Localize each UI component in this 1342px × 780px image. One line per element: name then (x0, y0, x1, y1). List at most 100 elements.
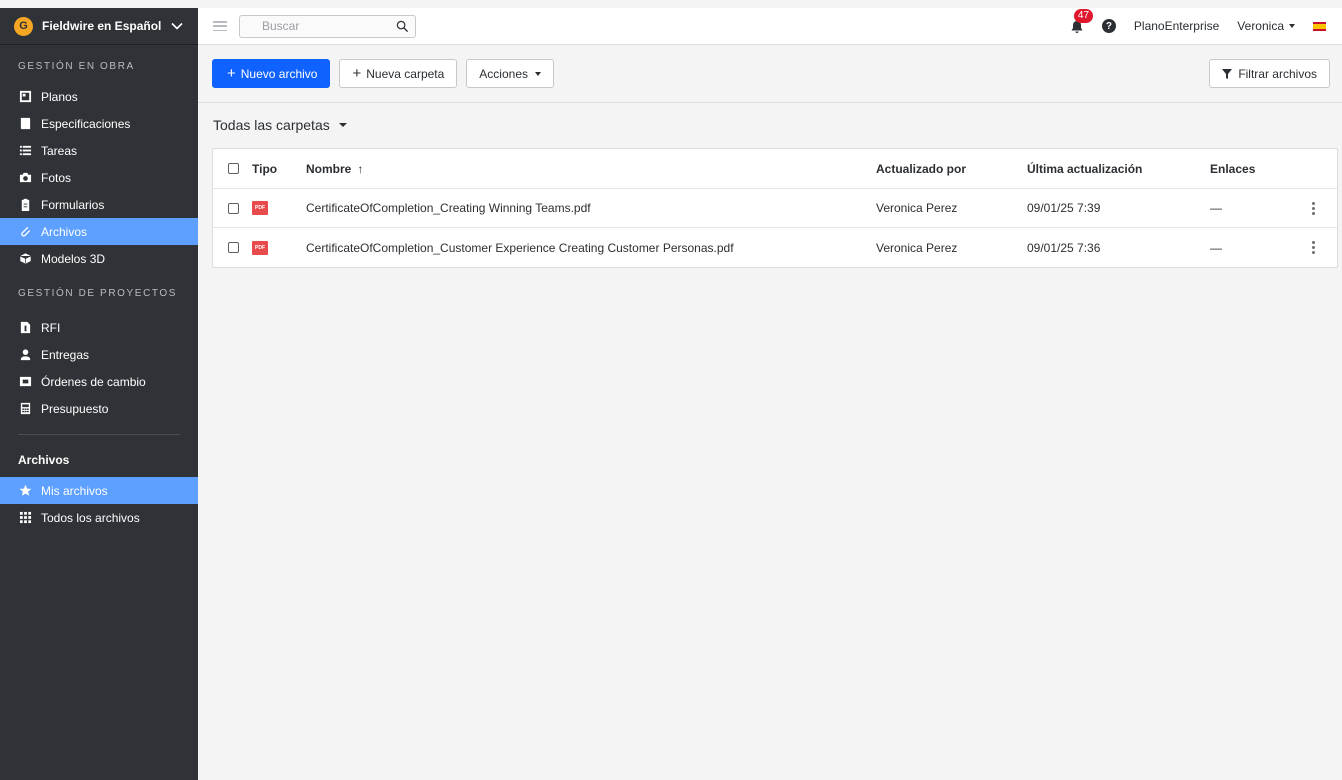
fieldwire-logo: G (14, 16, 33, 36)
sidebar-item-archivos[interactable]: Archivos (0, 218, 198, 245)
sidebar-item-tareas[interactable]: Tareas (0, 137, 198, 164)
cube-icon (18, 252, 32, 266)
info-doc-icon (18, 321, 32, 335)
header-last-update[interactable]: Última actualización (1027, 162, 1142, 176)
links: — (1210, 240, 1222, 255)
notifications-button[interactable]: 47 (1070, 9, 1094, 34)
plans-icon (18, 90, 32, 104)
change-order-icon (18, 375, 32, 389)
sidebar-item-ordenes-cambio[interactable]: Órdenes de cambio (0, 368, 198, 395)
tasks-icon (18, 144, 32, 158)
sidebar-item-todos-archivos[interactable]: Todos los archivos (0, 504, 198, 531)
project-name: Fieldwire en Español (42, 19, 162, 33)
project-switcher[interactable]: G Fieldwire en Español (0, 8, 198, 45)
new-file-button[interactable]: + Nuevo archivo (212, 59, 331, 88)
sidebar-item-label: Especificaciones (41, 116, 131, 131)
paperclip-icon (18, 225, 32, 239)
updated-by: Veronica Perez (876, 240, 958, 255)
search-input[interactable] (262, 19, 396, 33)
plan-label[interactable]: PlanoEnterprise (1134, 19, 1219, 33)
sidebar-item-label: Archivos (41, 224, 88, 239)
header-type[interactable]: Tipo (252, 162, 277, 176)
new-file-label: Nuevo archivo (240, 66, 318, 81)
chevron-down-icon (171, 22, 183, 30)
row-checkbox[interactable] (228, 202, 239, 214)
actions-label: Acciones (479, 66, 528, 81)
user-name: Veronica (1237, 19, 1284, 33)
calculator-icon (18, 402, 32, 416)
sidebar-item-planos[interactable]: Planos (0, 83, 198, 110)
sidebar-item-label: Todos los archivos (41, 510, 140, 525)
search-box[interactable] (239, 14, 416, 38)
sidebar-item-label: Tareas (41, 143, 78, 158)
plus-icon: + (227, 64, 236, 82)
help-icon[interactable]: ? (1101, 19, 1116, 33)
section-gestion-obra: GESTIÓN EN OBRA (18, 60, 135, 72)
caret-down-icon (535, 71, 541, 76)
spain-flag-icon[interactable] (1313, 21, 1326, 31)
sidebar-item-modelos-3d[interactable]: Modelos 3D (0, 245, 198, 272)
folder-selector[interactable]: Todas las carpetas (213, 117, 347, 133)
last-update: 09/01/25 7:39 (1027, 201, 1101, 215)
sidebar-item-label: Presupuesto (41, 401, 109, 416)
person-icon (18, 348, 32, 362)
sidebar-item-rfi[interactable]: RFI (0, 314, 198, 341)
sidebar-item-entregas[interactable]: Entregas (0, 341, 198, 368)
grid-icon (18, 511, 32, 525)
files-toolbar: + Nuevo archivo + Nueva carpeta Acciones… (198, 45, 1342, 103)
caret-down-icon (1289, 24, 1295, 28)
notification-badge: 47 (1073, 9, 1094, 23)
section-gestion-proyectos: GESTIÓN DE PROYECTOS (18, 287, 178, 299)
sidebar: G Fieldwire en Español GESTIÓN EN OBRA P… (0, 8, 198, 780)
file-name[interactable]: CertificateOfCompletion_Customer Experie… (306, 241, 734, 255)
user-menu[interactable]: Veronica (1237, 19, 1295, 33)
top-right-controls: 47 ? PlanoEnterprise Veronica (1070, 9, 1342, 34)
links: — (1210, 201, 1222, 215)
more-options-icon[interactable] (1311, 241, 1315, 254)
clipboard-icon (18, 198, 32, 212)
sort-ascending-icon: ↑ (357, 161, 364, 176)
new-folder-button[interactable]: + Nueva carpeta (339, 59, 458, 88)
star-icon (18, 484, 32, 498)
header-links[interactable]: Enlaces (1210, 162, 1255, 176)
new-folder-label: Nueva carpeta (366, 66, 445, 81)
folder-title: Todas las carpetas (213, 117, 330, 133)
sidebar-item-label: Fotos (41, 170, 72, 185)
sidebar-item-label: Mis archivos (41, 483, 108, 498)
sidebar-item-label: Modelos 3D (41, 251, 106, 266)
file-name[interactable]: CertificateOfCompletion_Creating Winning… (306, 201, 591, 215)
menu-icon[interactable] (213, 21, 227, 31)
sidebar-item-fotos[interactable]: Fotos (0, 164, 198, 191)
pdf-icon: PDF (252, 240, 268, 255)
header-updated-by[interactable]: Actualizado por (876, 162, 966, 176)
header-name[interactable]: Nombre ↑ (306, 162, 363, 176)
sidebar-item-formularios[interactable]: Formularios (0, 191, 198, 218)
filter-icon (1222, 68, 1233, 79)
caret-down-icon (338, 123, 347, 127)
files-heading: Archivos (18, 453, 70, 467)
filter-files-button[interactable]: Filtrar archivos (1209, 59, 1330, 88)
last-update: 09/01/25 7:36 (1027, 240, 1101, 255)
header-name-label: Nombre (306, 161, 352, 176)
table-header: Tipo Nombre ↑ Actualizado por Última actu… (213, 149, 1337, 189)
row-checkbox[interactable] (228, 242, 239, 253)
updated-by: Veronica Perez (876, 201, 958, 215)
actions-dropdown[interactable]: Acciones (466, 59, 554, 88)
specs-icon (18, 117, 32, 131)
select-all-checkbox[interactable] (228, 163, 239, 174)
plus-icon: + (352, 64, 362, 82)
sidebar-item-label: Órdenes de cambio (41, 374, 146, 389)
sidebar-item-mis-archivos[interactable]: Mis archivos (0, 477, 198, 504)
top-bar: 47 ? PlanoEnterprise Veronica (198, 8, 1342, 45)
search-icon[interactable] (396, 20, 409, 33)
pdf-icon: PDF (252, 201, 268, 215)
sidebar-item-label: Entregas (41, 347, 90, 362)
filter-label: Filtrar archivos (1238, 66, 1317, 81)
table-row[interactable]: PDF CertificateOfCompletion_Creating Win… (213, 189, 1337, 228)
table-row[interactable]: PDF CertificateOfCompletion_Customer Exp… (213, 228, 1337, 267)
sidebar-item-label: Planos (41, 89, 78, 104)
sidebar-item-especificaciones[interactable]: Especificaciones (0, 110, 198, 137)
more-options-icon[interactable] (1311, 201, 1315, 215)
sidebar-item-presupuesto[interactable]: Presupuesto (0, 395, 198, 422)
sidebar-item-label: Formularios (41, 197, 105, 212)
